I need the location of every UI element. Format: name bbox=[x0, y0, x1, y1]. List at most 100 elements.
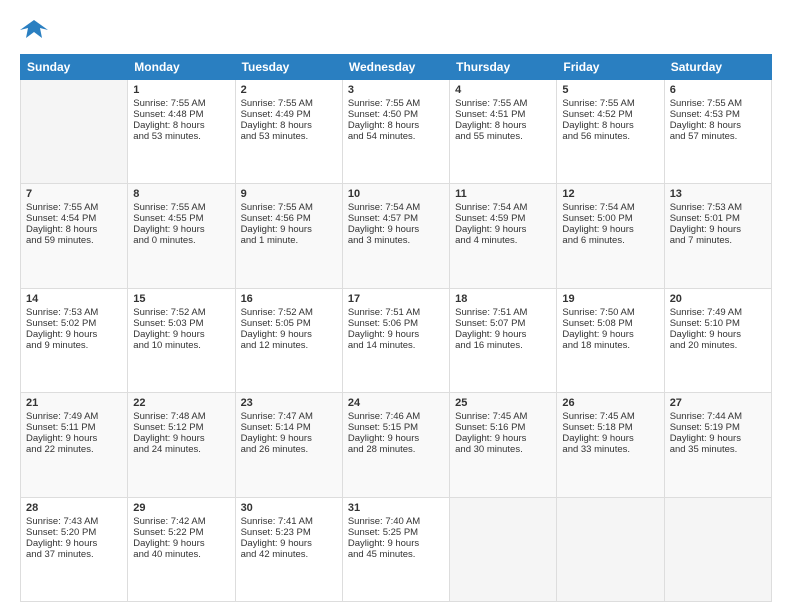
day-info: Sunset: 5:22 PM bbox=[133, 527, 229, 538]
column-header-friday: Friday bbox=[557, 55, 664, 80]
day-info: Sunrise: 7:51 AM bbox=[348, 307, 444, 318]
calendar-cell: 8Sunrise: 7:55 AMSunset: 4:55 PMDaylight… bbox=[128, 184, 235, 288]
header bbox=[20, 16, 772, 44]
day-info: and 33 minutes. bbox=[562, 444, 658, 455]
day-info: Sunrise: 7:46 AM bbox=[348, 411, 444, 422]
day-number: 25 bbox=[455, 397, 551, 409]
calendar-cell: 13Sunrise: 7:53 AMSunset: 5:01 PMDayligh… bbox=[664, 184, 771, 288]
day-number: 5 bbox=[562, 84, 658, 96]
day-info: and 22 minutes. bbox=[26, 444, 122, 455]
day-info: Daylight: 9 hours bbox=[133, 538, 229, 549]
day-info: Sunrise: 7:45 AM bbox=[455, 411, 551, 422]
day-info: and 12 minutes. bbox=[241, 340, 337, 351]
day-info: Sunset: 4:56 PM bbox=[241, 213, 337, 224]
day-info: Daylight: 9 hours bbox=[241, 433, 337, 444]
day-info: Sunset: 5:16 PM bbox=[455, 422, 551, 433]
day-info: and 0 minutes. bbox=[133, 235, 229, 246]
day-info: Sunrise: 7:42 AM bbox=[133, 516, 229, 527]
day-number: 12 bbox=[562, 188, 658, 200]
day-info: Sunrise: 7:55 AM bbox=[455, 98, 551, 109]
day-info: Sunrise: 7:54 AM bbox=[562, 202, 658, 213]
day-info: and 18 minutes. bbox=[562, 340, 658, 351]
day-number: 22 bbox=[133, 397, 229, 409]
calendar-cell: 26Sunrise: 7:45 AMSunset: 5:18 PMDayligh… bbox=[557, 393, 664, 497]
week-row: 1Sunrise: 7:55 AMSunset: 4:48 PMDaylight… bbox=[21, 80, 772, 184]
day-info: Daylight: 8 hours bbox=[348, 120, 444, 131]
day-info: and 45 minutes. bbox=[348, 549, 444, 560]
calendar-cell: 1Sunrise: 7:55 AMSunset: 4:48 PMDaylight… bbox=[128, 80, 235, 184]
calendar-cell bbox=[664, 497, 771, 601]
column-header-thursday: Thursday bbox=[450, 55, 557, 80]
day-info: Daylight: 9 hours bbox=[562, 224, 658, 235]
calendar-cell: 14Sunrise: 7:53 AMSunset: 5:02 PMDayligh… bbox=[21, 288, 128, 392]
day-number: 9 bbox=[241, 188, 337, 200]
day-info: and 53 minutes. bbox=[133, 131, 229, 142]
day-info: Daylight: 9 hours bbox=[455, 433, 551, 444]
calendar-cell: 4Sunrise: 7:55 AMSunset: 4:51 PMDaylight… bbox=[450, 80, 557, 184]
day-info: Sunrise: 7:49 AM bbox=[26, 411, 122, 422]
calendar-cell: 24Sunrise: 7:46 AMSunset: 5:15 PMDayligh… bbox=[342, 393, 449, 497]
calendar-cell: 23Sunrise: 7:47 AMSunset: 5:14 PMDayligh… bbox=[235, 393, 342, 497]
day-info: Daylight: 9 hours bbox=[455, 329, 551, 340]
day-info: and 55 minutes. bbox=[455, 131, 551, 142]
calendar-cell bbox=[450, 497, 557, 601]
calendar-cell bbox=[21, 80, 128, 184]
day-info: Daylight: 9 hours bbox=[562, 329, 658, 340]
day-info: Sunrise: 7:45 AM bbox=[562, 411, 658, 422]
day-info: and 54 minutes. bbox=[348, 131, 444, 142]
day-info: Sunset: 5:01 PM bbox=[670, 213, 766, 224]
day-info: Daylight: 9 hours bbox=[133, 433, 229, 444]
week-row: 28Sunrise: 7:43 AMSunset: 5:20 PMDayligh… bbox=[21, 497, 772, 601]
day-info: Sunrise: 7:55 AM bbox=[348, 98, 444, 109]
day-number: 30 bbox=[241, 502, 337, 514]
calendar-table: SundayMondayTuesdayWednesdayThursdayFrid… bbox=[20, 54, 772, 602]
day-number: 24 bbox=[348, 397, 444, 409]
day-info: Sunrise: 7:41 AM bbox=[241, 516, 337, 527]
day-info: Sunrise: 7:53 AM bbox=[26, 307, 122, 318]
day-number: 8 bbox=[133, 188, 229, 200]
day-info: and 26 minutes. bbox=[241, 444, 337, 455]
day-info: and 42 minutes. bbox=[241, 549, 337, 560]
column-header-wednesday: Wednesday bbox=[342, 55, 449, 80]
calendar-cell: 9Sunrise: 7:55 AMSunset: 4:56 PMDaylight… bbox=[235, 184, 342, 288]
calendar-cell: 27Sunrise: 7:44 AMSunset: 5:19 PMDayligh… bbox=[664, 393, 771, 497]
day-info: Daylight: 9 hours bbox=[562, 433, 658, 444]
day-info: and 9 minutes. bbox=[26, 340, 122, 351]
calendar-cell: 10Sunrise: 7:54 AMSunset: 4:57 PMDayligh… bbox=[342, 184, 449, 288]
day-info: Sunrise: 7:55 AM bbox=[133, 202, 229, 213]
day-info: Daylight: 8 hours bbox=[133, 120, 229, 131]
column-header-sunday: Sunday bbox=[21, 55, 128, 80]
day-info: Daylight: 9 hours bbox=[241, 538, 337, 549]
day-info: Sunset: 5:07 PM bbox=[455, 318, 551, 329]
week-row: 21Sunrise: 7:49 AMSunset: 5:11 PMDayligh… bbox=[21, 393, 772, 497]
day-info: Sunrise: 7:48 AM bbox=[133, 411, 229, 422]
day-info: and 7 minutes. bbox=[670, 235, 766, 246]
day-info: Sunrise: 7:55 AM bbox=[133, 98, 229, 109]
day-number: 14 bbox=[26, 293, 122, 305]
calendar-cell: 22Sunrise: 7:48 AMSunset: 5:12 PMDayligh… bbox=[128, 393, 235, 497]
day-number: 29 bbox=[133, 502, 229, 514]
calendar-cell: 21Sunrise: 7:49 AMSunset: 5:11 PMDayligh… bbox=[21, 393, 128, 497]
day-info: Sunrise: 7:55 AM bbox=[562, 98, 658, 109]
day-info: and 24 minutes. bbox=[133, 444, 229, 455]
day-info: Sunrise: 7:43 AM bbox=[26, 516, 122, 527]
day-number: 13 bbox=[670, 188, 766, 200]
day-info: Sunrise: 7:55 AM bbox=[670, 98, 766, 109]
day-info: Sunset: 5:25 PM bbox=[348, 527, 444, 538]
day-number: 21 bbox=[26, 397, 122, 409]
day-info: and 20 minutes. bbox=[670, 340, 766, 351]
day-info: and 57 minutes. bbox=[670, 131, 766, 142]
day-info: Sunset: 5:23 PM bbox=[241, 527, 337, 538]
day-info: Sunset: 5:19 PM bbox=[670, 422, 766, 433]
day-info: Sunrise: 7:44 AM bbox=[670, 411, 766, 422]
column-headers: SundayMondayTuesdayWednesdayThursdayFrid… bbox=[21, 55, 772, 80]
calendar-cell: 3Sunrise: 7:55 AMSunset: 4:50 PMDaylight… bbox=[342, 80, 449, 184]
day-number: 23 bbox=[241, 397, 337, 409]
calendar-cell: 2Sunrise: 7:55 AMSunset: 4:49 PMDaylight… bbox=[235, 80, 342, 184]
calendar-cell: 30 Sunrise: 7:41 AMSunset: 5:23 PMDayligh… bbox=[235, 497, 342, 601]
calendar-cell: 11Sunrise: 7:54 AMSunset: 4:59 PMDayligh… bbox=[450, 184, 557, 288]
calendar-cell: 16Sunrise: 7:52 AMSunset: 5:05 PMDayligh… bbox=[235, 288, 342, 392]
day-info: Sunrise: 7:52 AM bbox=[133, 307, 229, 318]
day-info: Sunrise: 7:54 AM bbox=[348, 202, 444, 213]
calendar-cell: 18Sunrise: 7:51 AMSunset: 5:07 PMDayligh… bbox=[450, 288, 557, 392]
